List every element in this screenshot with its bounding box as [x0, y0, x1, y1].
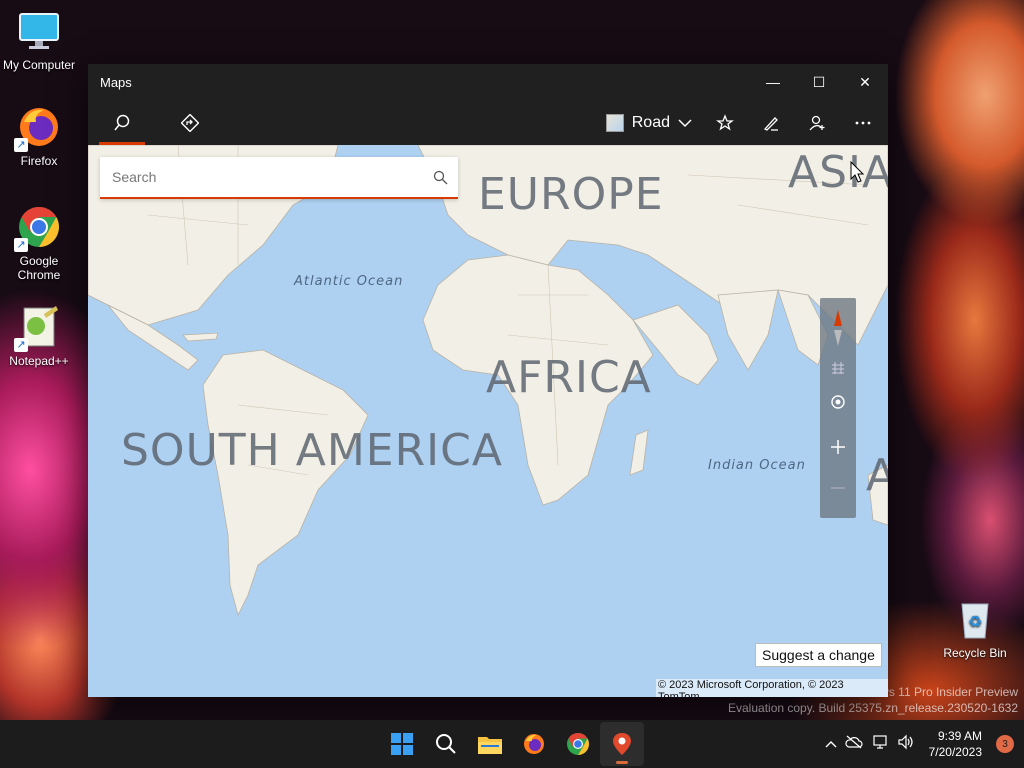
desktop-icon-label: Recycle Bin	[943, 646, 1007, 660]
volume-icon	[898, 734, 913, 749]
network-button[interactable]	[871, 734, 889, 755]
search-box	[100, 157, 458, 199]
watermark-line-1: ws 11 Pro Insider Preview	[880, 685, 1018, 699]
notification-badge[interactable]: 3	[996, 735, 1014, 753]
maps-window: Maps — ☐ ✕ Road EUROPE ASIA AFRICA SOUTH…	[88, 64, 888, 697]
map-copyright: © 2023 Microsoft Corporation, © 2023 Tom…	[656, 679, 888, 697]
label-australia: AU	[866, 450, 888, 501]
zoom-in-button[interactable]	[820, 426, 856, 468]
label-europe: EUROPE	[478, 169, 664, 220]
ink-button[interactable]	[748, 100, 794, 145]
clock-time: 9:39 AM	[937, 729, 982, 743]
search-tab-button[interactable]	[99, 100, 145, 145]
locate-icon	[831, 395, 845, 409]
search-icon	[114, 114, 130, 130]
recycle-bin-icon: ♻	[952, 596, 998, 642]
chevron-down-icon	[678, 118, 692, 127]
ink-pen-icon	[763, 116, 778, 131]
clock-button[interactable]: 9:39 AM 7/20/2023	[929, 728, 982, 760]
label-atlantic-ocean: Atlantic Ocean	[294, 274, 404, 289]
maximize-button[interactable]: ☐	[796, 64, 842, 100]
firefox-icon: ↗	[14, 104, 62, 152]
title-bar[interactable]: Maps — ☐ ✕	[88, 64, 888, 100]
taskbar-apps	[380, 720, 644, 768]
desktop-icon-my-computer[interactable]: My Computer	[0, 8, 78, 72]
compass-button[interactable]	[820, 298, 856, 358]
map-controls-panel	[820, 298, 856, 518]
locate-me-button[interactable]	[820, 378, 856, 426]
taskbar-file-explorer[interactable]	[468, 722, 512, 766]
desktop-icon-notepadpp[interactable]: ↗ Notepad++	[0, 304, 78, 368]
taskbar-maps[interactable]	[600, 722, 644, 766]
clock-date: 7/20/2023	[928, 745, 982, 759]
layers-icon	[832, 362, 844, 374]
chrome-icon	[567, 733, 589, 755]
taskbar-chrome[interactable]	[556, 722, 600, 766]
label-indian-ocean: Indian Ocean	[708, 458, 806, 473]
monitor-icon	[16, 8, 62, 54]
system-tray: 9:39 AM 7/20/2023 3	[825, 720, 1014, 768]
map-style-dropdown[interactable]: Road	[596, 100, 702, 145]
map-style-label: Road	[631, 113, 670, 131]
search-submit-button[interactable]	[422, 170, 458, 185]
label-asia: ASIA	[788, 147, 888, 198]
search-icon	[433, 170, 447, 184]
search-input[interactable]	[100, 157, 422, 197]
desktop-icon-label: Google Chrome	[17, 254, 61, 282]
close-button[interactable]: ✕	[842, 64, 888, 100]
desktop-icon-label: Notepad++	[9, 354, 69, 368]
more-icon	[855, 121, 871, 124]
compass-icon	[834, 310, 842, 346]
network-icon	[873, 734, 887, 749]
chevron-up-icon	[825, 741, 837, 748]
directions-icon	[181, 113, 199, 132]
shortcut-arrow-icon: ↗	[14, 238, 28, 252]
maps-toolbar: Road	[88, 100, 888, 145]
desktop-icon-firefox[interactable]: ↗ Firefox	[0, 104, 78, 168]
zoom-out-button[interactable]	[820, 468, 856, 508]
favorites-icon	[716, 113, 734, 131]
map-land-shapes	[88, 145, 888, 617]
chrome-icon: ↗	[14, 204, 62, 252]
minimize-button[interactable]: —	[750, 64, 796, 100]
label-south-america: SOUTH AMERICA	[121, 425, 503, 476]
show-hidden-icons-button[interactable]	[825, 735, 837, 753]
shortcut-arrow-icon: ↗	[14, 138, 28, 152]
onedrive-button[interactable]	[845, 735, 863, 754]
window-title: Maps	[100, 74, 132, 90]
mouse-cursor-icon	[850, 161, 864, 183]
desktop-icon-chrome[interactable]: ↗ Google Chrome	[0, 204, 78, 282]
volume-button[interactable]	[897, 734, 915, 755]
more-button[interactable]	[840, 100, 886, 145]
shortcut-arrow-icon: ↗	[14, 338, 28, 352]
map-canvas[interactable]: EUROPE ASIA AFRICA SOUTH AMERICA AU Atla…	[88, 145, 888, 697]
taskbar: 9:39 AM 7/20/2023 3	[0, 720, 1024, 768]
taskbar-firefox[interactable]	[512, 722, 556, 766]
favorites-button[interactable]	[702, 100, 748, 145]
road-map-thumbnail-icon	[605, 113, 624, 132]
label-africa: AFRICA	[486, 352, 652, 403]
account-button[interactable]	[794, 100, 840, 145]
start-button[interactable]	[380, 722, 424, 766]
zoom-in-icon	[831, 440, 845, 454]
map-layers-button[interactable]	[820, 358, 856, 378]
watermark-line-2: Evaluation copy. Build 25375.zn_release.…	[728, 701, 1018, 715]
svg-text:♻: ♻	[968, 614, 982, 631]
start-icon	[391, 733, 413, 755]
suggest-change-button[interactable]: Suggest a change	[755, 643, 882, 667]
directions-button[interactable]	[167, 100, 213, 145]
cloud-offline-icon	[845, 735, 863, 748]
firefox-icon	[524, 734, 544, 754]
desktop-icon-recycle-bin[interactable]: ♻ Recycle Bin	[936, 596, 1014, 660]
desktop-icon-label: My Computer	[2, 58, 76, 72]
taskbar-search-button[interactable]	[424, 722, 468, 766]
search-icon	[436, 734, 456, 754]
account-icon	[809, 115, 825, 130]
file-explorer-icon	[478, 737, 502, 754]
desktop-icon-label: Firefox	[20, 154, 58, 168]
maps-icon	[613, 733, 631, 755]
notepadpp-icon: ↗	[14, 304, 62, 352]
zoom-out-icon	[831, 487, 845, 489]
